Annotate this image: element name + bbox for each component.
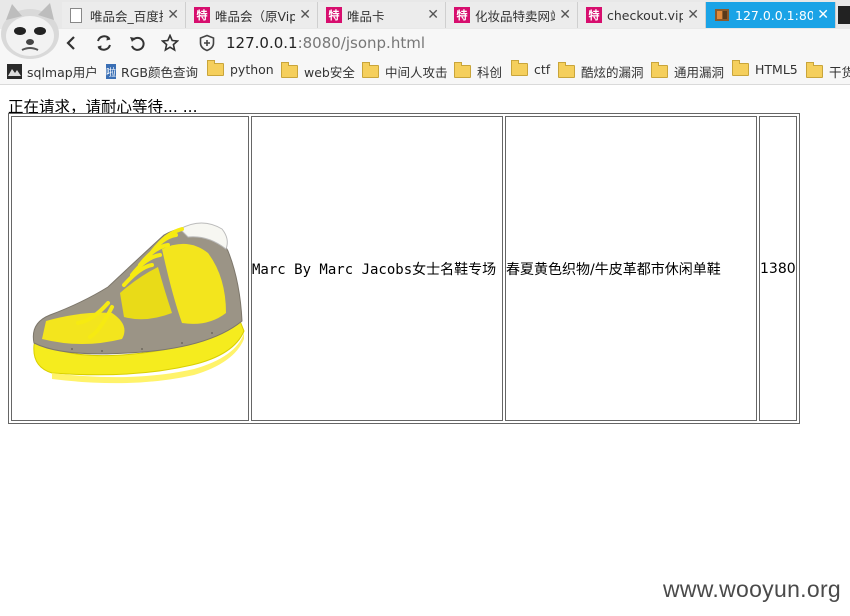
folder-icon bbox=[454, 62, 471, 78]
tab-title: 唯品会_百度搜 bbox=[90, 8, 164, 24]
bookmark-sqlmap[interactable]: sqlmap用户 bbox=[7, 62, 98, 81]
bookmark-label: 科创 bbox=[477, 65, 503, 80]
bookmark-rgb[interactable]: 啦 RGB颜色查询 bbox=[106, 62, 198, 81]
product-image-cell bbox=[11, 116, 249, 421]
folder-icon bbox=[732, 60, 749, 76]
bookmark-label: 干货 bbox=[829, 65, 850, 80]
bookmark-folder-kechuang[interactable]: 科创 bbox=[454, 62, 502, 81]
bookmarks-bar: sqlmap用户 啦 RGB颜色查询 python web安全 中间人攻击 科创… bbox=[0, 57, 850, 85]
close-icon[interactable]: ✕ bbox=[167, 7, 179, 23]
bookmark-label: RGB颜色查询 bbox=[121, 65, 198, 80]
url-path: :8080/jsonp.html bbox=[297, 34, 425, 52]
vip-te-icon: 特 bbox=[454, 7, 470, 23]
bookmark-label: web安全 bbox=[304, 65, 355, 80]
folder-icon bbox=[651, 62, 668, 78]
product-price-cell: 1380 bbox=[759, 116, 797, 421]
refresh-icon[interactable] bbox=[93, 32, 115, 54]
tab-checkout[interactable]: 特 checkout.vip.c ✕ bbox=[578, 2, 706, 28]
bookmark-folder-common-vulns[interactable]: 通用漏洞 bbox=[651, 62, 724, 81]
product-table: Marc By Marc Jacobs女士名鞋专场 春夏黄色织物/牛皮革都市休闲… bbox=[8, 113, 800, 424]
folder-icon bbox=[558, 62, 575, 78]
bookmark-folder-mitm[interactable]: 中间人攻击 bbox=[362, 62, 448, 81]
profile-avatar-icon[interactable] bbox=[0, 0, 62, 60]
address-bar[interactable]: 127.0.0.1:8080/jsonp.html bbox=[226, 34, 425, 52]
security-shield-icon[interactable] bbox=[196, 32, 218, 54]
bookmark-folder-python[interactable]: python bbox=[207, 60, 274, 77]
yellow-sneaker-image bbox=[32, 222, 245, 384]
bookmark-label: 中间人攻击 bbox=[385, 65, 448, 80]
tab-vip-card[interactable]: 特 唯品卡 ✕ bbox=[318, 2, 446, 28]
tab-cosmetics[interactable]: 特 化妆品特卖网站 ✕ bbox=[446, 2, 578, 28]
tab-title: 唯品卡 bbox=[347, 8, 385, 24]
sqlmap-icon bbox=[7, 64, 22, 79]
bookmark-label: 酷炫的漏洞 bbox=[581, 65, 644, 80]
bookmark-label: python bbox=[230, 62, 274, 77]
back-icon[interactable] bbox=[60, 32, 82, 54]
watermark: www.wooyun.org bbox=[662, 576, 841, 602]
folder-icon bbox=[362, 62, 379, 78]
folder-icon bbox=[281, 62, 298, 78]
close-icon[interactable]: ✕ bbox=[687, 7, 699, 23]
url-host: 127.0.0.1 bbox=[226, 34, 298, 52]
bookmark-label: 通用漏洞 bbox=[674, 65, 725, 80]
new-tab-icon[interactable] bbox=[838, 6, 850, 24]
tab-title: 化妆品特卖网站 bbox=[475, 8, 556, 24]
tab-vip-home[interactable]: 特 唯品会（原Vip ✕ bbox=[186, 2, 318, 28]
tab-title: 127.0.0.1:8080 bbox=[735, 7, 814, 23]
bookmark-label: sqlmap用户 bbox=[27, 65, 98, 80]
close-icon[interactable]: ✕ bbox=[559, 7, 571, 23]
tab-baidu-search[interactable]: 唯品会_百度搜 ✕ bbox=[62, 2, 186, 28]
table-row: Marc By Marc Jacobs女士名鞋专场 春夏黄色织物/牛皮革都市休闲… bbox=[11, 116, 797, 421]
site-icon bbox=[714, 7, 730, 23]
vip-te-icon: 特 bbox=[586, 7, 602, 23]
close-icon[interactable]: ✕ bbox=[427, 7, 439, 23]
page-content: 正在请求，请耐心等待... ... Marc By Marc Jacobs女士名… bbox=[0, 86, 850, 616]
tab-title: 唯品会（原Vip bbox=[215, 8, 296, 24]
undo-icon[interactable] bbox=[126, 32, 148, 54]
rgb-icon: 啦 bbox=[106, 64, 117, 79]
page-icon bbox=[70, 7, 82, 23]
navigation-toolbar: 127.0.0.1:8080/jsonp.html bbox=[0, 29, 850, 57]
bookmark-label: HTML5 bbox=[755, 62, 798, 77]
tab-title: checkout.vip.c bbox=[607, 7, 684, 23]
folder-icon bbox=[806, 62, 823, 78]
product-name-cell: 春夏黄色织物/牛皮革都市休闲单鞋 bbox=[505, 116, 757, 421]
bookmark-folder-websec[interactable]: web安全 bbox=[281, 62, 355, 81]
close-icon[interactable]: ✕ bbox=[817, 7, 829, 23]
close-icon[interactable]: ✕ bbox=[299, 7, 311, 23]
bookmark-folder-ctf[interactable]: ctf bbox=[511, 60, 551, 77]
product-brand-cell: Marc By Marc Jacobs女士名鞋专场 bbox=[251, 116, 503, 421]
vip-te-icon: 特 bbox=[194, 7, 210, 23]
vip-te-icon: 特 bbox=[326, 7, 342, 23]
folder-icon bbox=[207, 60, 224, 76]
folder-icon bbox=[511, 60, 528, 76]
tab-localhost[interactable]: 127.0.0.1:8080 ✕ bbox=[706, 2, 836, 28]
bookmark-folder-cool-vulns[interactable]: 酷炫的漏洞 bbox=[558, 62, 644, 81]
tab-strip: 唯品会_百度搜 ✕ 特 唯品会（原Vip ✕ 特 唯品卡 ✕ 特 化妆品特卖网站… bbox=[0, 0, 850, 59]
bookmark-star-icon[interactable] bbox=[159, 32, 181, 54]
bookmark-folder-ganhuo[interactable]: 干货 bbox=[806, 62, 850, 81]
bookmark-folder-html5[interactable]: HTML5 bbox=[732, 60, 798, 77]
bookmark-label: ctf bbox=[534, 62, 551, 77]
